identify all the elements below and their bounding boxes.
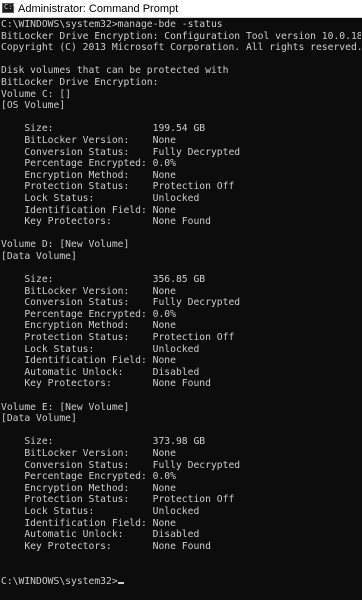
text-cursor: [117, 581, 124, 584]
console-line: [Data Volume]: [1, 413, 77, 425]
console-line: BitLocker Drive Encryption:: [1, 76, 159, 88]
console-line: Identification Field: None: [1, 517, 176, 529]
console-line: Lock Status: Unlocked: [1, 192, 200, 204]
console-line: Encryption Method: None: [1, 482, 176, 494]
console-output[interactable]: C:\WINDOWS\system32>manage-bde -status Bi…: [1, 19, 361, 600]
console-line: Key Protectors: None Found: [1, 378, 211, 390]
console-line: C:\WINDOWS\system32>manage-bde -status: [1, 19, 223, 30]
console-line: Lock Status: Unlocked: [1, 505, 200, 517]
console-line: Size: 356.85 GB: [1, 274, 206, 286]
console-line: Key Protectors: None Found: [1, 216, 211, 228]
console-line: Copyright (C) 2013 Microsoft Corporation…: [1, 42, 361, 54]
console-line: BitLocker Drive Encryption: Configuratio…: [1, 30, 361, 42]
console-line: BitLocker Version: None: [1, 447, 176, 459]
console-line: Conversion Status: Fully Decrypted: [1, 459, 241, 471]
console-line: C:\WINDOWS\system32>: [1, 576, 361, 588]
console-line: Volume C: []: [1, 88, 71, 100]
console-line: Encryption Method: None: [1, 320, 176, 332]
command-prompt-window: C:\ Administrator: Command Prompt C:\WIN…: [0, 0, 362, 600]
console-line: Conversion Status: Fully Decrypted: [1, 297, 241, 309]
console-line: Percentage Encrypted: 0.0%: [1, 471, 176, 483]
console-line: Protection Status: Protection Off: [1, 332, 235, 344]
console-line: Protection Status: Protection Off: [1, 494, 235, 506]
console-line: [Data Volume]: [1, 250, 77, 262]
console-line: Size: 199.54 GB: [1, 123, 206, 135]
console-line: Volume D: [New Volume]: [1, 239, 130, 251]
console-line: Lock Status: Unlocked: [1, 343, 200, 355]
window-title: Administrator: Command Prompt: [18, 3, 179, 15]
console-line: BitLocker Version: None: [1, 134, 176, 146]
console-line: Size: 373.98 GB: [1, 436, 206, 448]
console-line: Identification Field: None: [1, 355, 176, 367]
console-line: Volume E: [New Volume]: [1, 401, 130, 413]
console-line: Automatic Unlock: Disabled: [1, 366, 200, 378]
console-line: Protection Status: Protection Off: [1, 181, 235, 193]
console-line: Percentage Encrypted: 0.0%: [1, 158, 176, 170]
cmd-icon-prompt: C:\: [4, 3, 17, 11]
console-line: Automatic Unlock: Disabled: [1, 529, 200, 541]
console-line: [OS Volume]: [1, 100, 66, 112]
title-bar[interactable]: C:\ Administrator: Command Prompt: [0, 0, 362, 18]
console-line: Conversion Status: Fully Decrypted: [1, 146, 241, 158]
console-line: Percentage Encrypted: 0.0%: [1, 308, 176, 320]
console-line: Identification Field: None: [1, 204, 176, 216]
console-line: Encryption Method: None: [1, 169, 176, 181]
console-line: Disk volumes that can be protected with: [1, 65, 229, 77]
console-line: Key Protectors: None Found: [1, 540, 211, 552]
cmd-icon[interactable]: C:\: [2, 3, 17, 13]
console-line: BitLocker Version: None: [1, 285, 176, 297]
